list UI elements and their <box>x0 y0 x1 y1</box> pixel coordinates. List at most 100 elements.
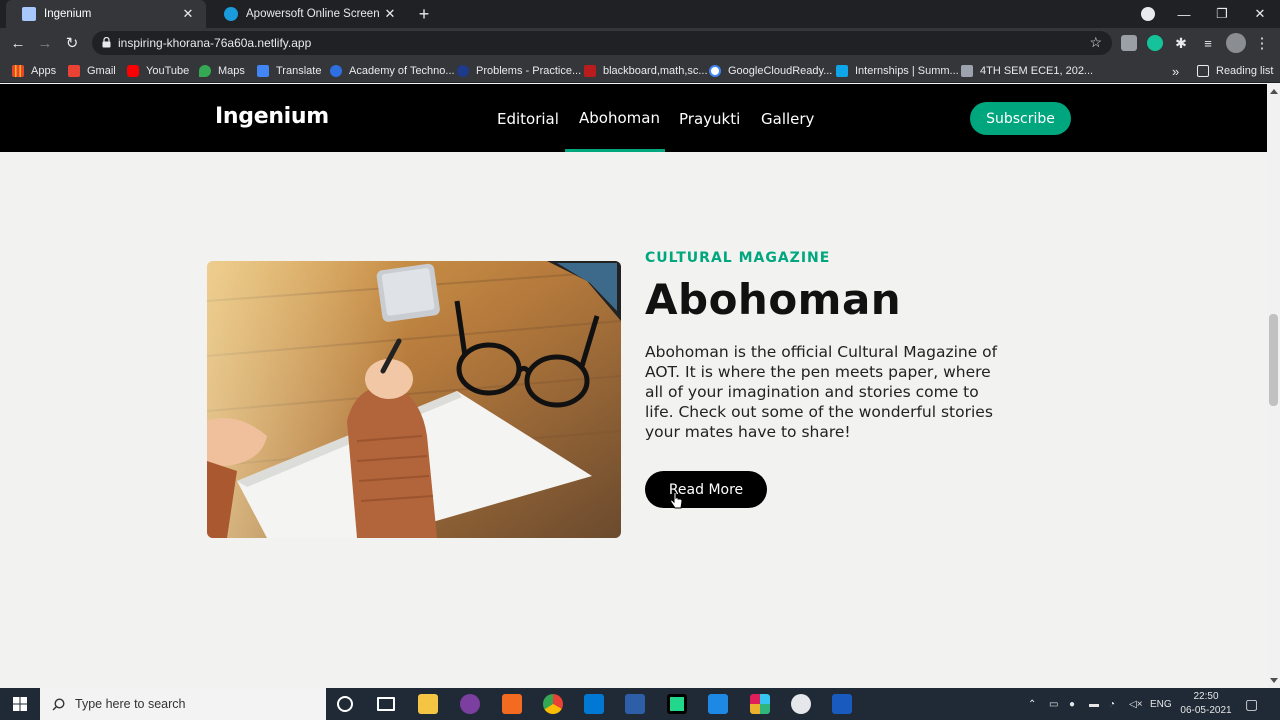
cortana-icon[interactable] <box>337 696 353 712</box>
microphone-icon[interactable]: ● <box>1069 688 1075 720</box>
wifi-icon[interactable]: ◔ <box>1109 688 1115 720</box>
youtube-icon <box>127 65 139 77</box>
task-view-icon[interactable] <box>377 697 395 711</box>
internshala-icon <box>836 65 848 77</box>
slack-icon[interactable] <box>750 694 770 714</box>
nav-link-prayukti[interactable]: Prayukti <box>679 110 740 128</box>
site-logo[interactable]: Ingenium <box>215 104 329 129</box>
recorder-favicon-icon <box>224 7 238 21</box>
battery-icon[interactable]: ▬ <box>1089 688 1099 720</box>
tab-apowersoft[interactable]: Apowersoft Online Screen Recor ✕ <box>208 0 408 28</box>
bookmarks-bar: Apps Gmail YouTube Maps Translate Academ… <box>0 58 1280 83</box>
word-icon[interactable] <box>832 694 852 714</box>
apps-grid-icon <box>12 65 24 77</box>
bookmark-translate[interactable]: Translate <box>257 63 321 79</box>
gmail-icon <box>68 65 80 77</box>
file-explorer-icon[interactable] <box>418 694 438 714</box>
search-icon <box>52 697 65 710</box>
bookmarks-overflow-button[interactable]: » <box>1172 63 1179 79</box>
vscode-icon[interactable] <box>584 694 604 714</box>
feature-title: Abohoman <box>645 275 902 324</box>
powershell-icon[interactable] <box>625 694 645 714</box>
forward-arrow-icon[interactable]: → <box>34 32 56 54</box>
new-tab-button[interactable]: + <box>414 4 434 24</box>
blackboard-icon <box>584 65 596 77</box>
bookmark-maps[interactable]: Maps <box>199 63 245 79</box>
restore-icon[interactable]: ❐ <box>1203 0 1241 28</box>
bookmark-googlecloud[interactable]: GoogleCloudReady... <box>709 63 832 79</box>
maps-pin-icon <box>199 65 211 77</box>
windows-taskbar: Type here to search ⌃ ▭ ● ▬ ◔ ◁× ENG 22:… <box>0 688 1280 720</box>
tab-close-icon[interactable]: ✕ <box>180 6 196 22</box>
feature-eyebrow: CULTURAL MAGAZINE <box>645 250 831 266</box>
reload-icon[interactable]: ↻ <box>61 32 83 54</box>
bookmark-youtube[interactable]: YouTube <box>127 63 189 79</box>
active-nav-indicator <box>565 149 665 152</box>
classroom-icon <box>961 65 973 77</box>
search-placeholder: Type here to search <box>75 697 186 711</box>
tray-chevron-icon[interactable]: ⌃ <box>1028 688 1036 720</box>
github-desktop-icon[interactable] <box>460 694 480 714</box>
practice-icon <box>457 65 469 77</box>
tab-title: Apowersoft Online Screen Recor <box>246 8 382 20</box>
bookmark-apps[interactable]: Apps <box>12 63 56 79</box>
clock-time: 22:50 <box>1193 691 1219 702</box>
web-page: Ingenium Editorial Abohoman Prayukti Gal… <box>0 84 1267 688</box>
clock-date: 06-05-2021 <box>1180 705 1232 716</box>
bookmark-star-icon[interactable]: ☆ <box>1089 34 1102 51</box>
taskbar-search-box[interactable]: Type here to search <box>40 688 326 720</box>
windows-start-button[interactable] <box>0 688 40 720</box>
address-bar[interactable]: inspiring-khorana-76a60a.netlify.app ☆ <box>92 31 1112 55</box>
taskbar-clock[interactable]: 22:50 06-05-2021 <box>1176 690 1236 718</box>
tab-close-icon[interactable]: ✕ <box>382 6 398 22</box>
writing-desk-photo <box>207 261 621 538</box>
minimize-icon[interactable]: — <box>1165 0 1203 28</box>
chrome-menu-icon[interactable]: ⋮ <box>1251 32 1273 54</box>
bookmark-practice[interactable]: Problems - Practice... <box>457 63 581 79</box>
nav-link-editorial[interactable]: Editorial <box>497 110 559 128</box>
xampp-icon[interactable] <box>502 694 522 714</box>
reading-list-button[interactable]: Reading list <box>1197 63 1273 79</box>
tab-search-icon[interactable] <box>1141 7 1155 21</box>
read-more-button[interactable]: Read More <box>645 471 767 508</box>
extensions-puzzle-icon[interactable]: ✱ <box>1170 32 1192 54</box>
profile-avatar[interactable] <box>1226 33 1246 53</box>
subscribe-button[interactable]: Subscribe <box>970 102 1071 135</box>
media-control-icon[interactable]: ≡ <box>1197 32 1219 54</box>
bookmark-academy[interactable]: Academy of Techno... <box>330 63 455 79</box>
browser-toolbar: ← → ↻ inspiring-khorana-76a60a.netlify.a… <box>0 28 1280 58</box>
bookmark-blackboard[interactable]: blackboard,math,sc... <box>584 63 708 79</box>
volume-muted-icon[interactable]: ◁× <box>1129 688 1143 720</box>
nav-link-gallery[interactable]: Gallery <box>761 110 814 128</box>
back-arrow-icon[interactable]: ← <box>7 32 29 54</box>
reading-list-icon <box>1197 65 1209 77</box>
scrollbar-thumb[interactable] <box>1269 314 1278 406</box>
scroll-down-arrow-icon[interactable] <box>1270 678 1278 683</box>
google-icon <box>709 65 721 77</box>
page-scrollbar[interactable] <box>1267 84 1280 688</box>
page-favicon-icon <box>22 7 36 21</box>
tray-device-icon[interactable]: ▭ <box>1049 688 1058 720</box>
language-indicator[interactable]: ENG <box>1150 688 1172 720</box>
scroll-up-arrow-icon[interactable] <box>1270 89 1278 94</box>
academy-icon <box>330 65 342 77</box>
bookmark-classroom[interactable]: 4TH SEM ECE1, 202... <box>961 63 1093 79</box>
bookmark-internships[interactable]: Internships | Summ... <box>836 63 959 79</box>
notifications-icon[interactable]: ▢ <box>1245 688 1258 720</box>
hand-cursor-icon <box>670 492 683 509</box>
close-window-icon[interactable]: ✕ <box>1241 0 1279 28</box>
pycharm-icon[interactable] <box>667 694 687 714</box>
nav-link-abohoman[interactable]: Abohoman <box>579 109 660 127</box>
site-header: Ingenium Editorial Abohoman Prayukti Gal… <box>0 84 1267 152</box>
bookmark-gmail[interactable]: Gmail <box>68 63 116 79</box>
tab-title: Ingenium <box>44 8 92 20</box>
mail-icon[interactable] <box>708 694 728 714</box>
lock-icon <box>102 37 111 48</box>
grammarly-icon[interactable] <box>1147 35 1163 51</box>
tab-ingenium[interactable]: Ingenium ✕ <box>6 0 206 28</box>
extension-icon[interactable] <box>1121 35 1137 51</box>
browser-tab-strip: Ingenium ✕ Apowersoft Online Screen Reco… <box>0 0 1280 28</box>
snip-sketch-icon[interactable] <box>791 694 811 714</box>
chrome-icon[interactable] <box>543 694 563 714</box>
feature-description: Abohoman is the official Cultural Magazi… <box>645 343 998 441</box>
